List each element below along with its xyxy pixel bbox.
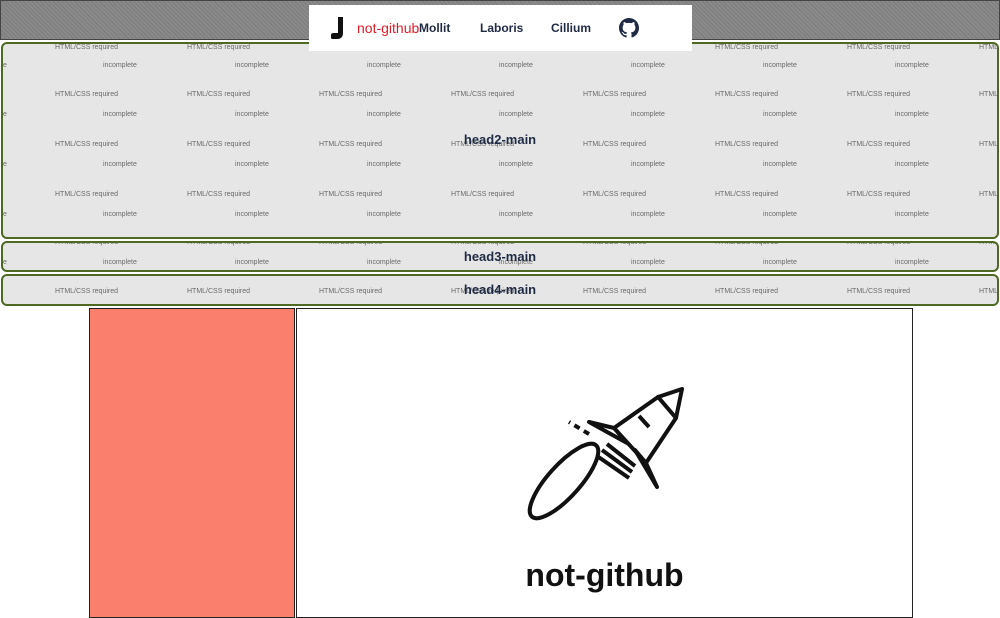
- brand-name: not-github: [357, 20, 420, 36]
- html-css-required-label: HTML/CSS required: [979, 241, 999, 246]
- incomplete-label: incomplete: [367, 161, 401, 168]
- incomplete-label: incomplete: [895, 62, 929, 69]
- incomplete-label: incomplete: [103, 62, 137, 69]
- partial-label: incomplete: [1, 62, 7, 69]
- nav-link-cillium[interactable]: Cillium: [551, 21, 591, 35]
- incomplete-label: incomplete: [367, 111, 401, 118]
- html-css-required-label: HTML/CSS required: [583, 191, 647, 198]
- navbar: not-github Mollit Laboris Cillium: [309, 5, 692, 51]
- html-css-required-label: HTML/CSS required: [979, 191, 999, 198]
- html-css-required-label: HTML/CSS required: [715, 241, 779, 246]
- html-css-required-label: HTML/CSS required: [55, 91, 119, 98]
- html-css-required-label: HTML/CSS required: [451, 91, 515, 98]
- incomplete-label: incomplete: [367, 211, 401, 218]
- html-css-required-label: HTML/CSS required: [847, 91, 911, 98]
- html-css-required-label: HTML/CSS required: [187, 91, 251, 98]
- incomplete-label: incomplete: [895, 211, 929, 218]
- html-css-required-label: HTML/CSS required: [319, 191, 383, 198]
- head3-section: HTML/CSS required HTML/CSS required HTML/C…: [1, 241, 999, 272]
- html-css-required-label: HTML/CSS required: [55, 191, 119, 198]
- incomplete-label: incomplete: [631, 211, 665, 218]
- side-panel: [89, 308, 295, 618]
- html-css-required-label: HTML/CSS required: [847, 241, 911, 246]
- incomplete-label: incomplete: [763, 211, 797, 218]
- incomplete-label: incomplete: [235, 211, 269, 218]
- html-css-required-label: HTML/CSS required: [979, 91, 999, 98]
- incomplete-label: incomplete: [631, 62, 665, 69]
- incomplete-label: incomplete: [631, 161, 665, 168]
- html-css-required-label: HTML/CSS required: [715, 44, 779, 51]
- hero-title: not-github: [525, 557, 684, 593]
- html-css-required-label: HTML/CSS required: [451, 191, 515, 198]
- html-css-required-label: HTML/CSS required: [583, 91, 647, 98]
- incomplete-label: incomplete: [235, 111, 269, 118]
- html-css-required-label: HTML/CSS required: [847, 44, 911, 51]
- incomplete-label: incomplete: [103, 161, 137, 168]
- incomplete-label: incomplete: [763, 161, 797, 168]
- incomplete-label: incomplete: [499, 211, 533, 218]
- github-icon[interactable]: [619, 18, 639, 38]
- incomplete-label: incomplete: [763, 111, 797, 118]
- incomplete-label: incomplete: [499, 161, 533, 168]
- html-css-required-label: HTML/CSS required: [319, 91, 383, 98]
- incomplete-label: incomplete: [631, 111, 665, 118]
- incomplete-label: incomplete: [499, 62, 533, 69]
- incomplete-label: incomplete: [499, 111, 533, 118]
- head3-title: head3-main: [463, 249, 537, 264]
- html-css-required-label: HTML/CSS required: [187, 44, 251, 51]
- html-css-required-label: HTML/CSS required: [847, 191, 911, 198]
- head4-section: HTML/CSS required HTML/CSS required HTML/C…: [1, 274, 999, 306]
- html-css-required-label: HTML/CSS required: [55, 44, 119, 51]
- incomplete-label: incomplete: [763, 62, 797, 69]
- boot-logo-icon: [331, 17, 343, 39]
- nav-link-laboris[interactable]: Laboris: [480, 21, 523, 35]
- rocket-icon: [527, 387, 684, 521]
- incomplete-label: incomplete: [367, 62, 401, 69]
- html-css-required-label: HTML/CSS required: [451, 241, 515, 246]
- incomplete-label: incomplete: [235, 62, 269, 69]
- incomplete-label: incomplete: [895, 111, 929, 118]
- incomplete-label: incomplete: [103, 211, 137, 218]
- html-css-required-label: HTML/CSS required: [187, 241, 251, 246]
- html-css-required-label: HTML/CSS required: [715, 91, 779, 98]
- hero-panel: not-github: [296, 308, 913, 618]
- html-css-required-label: HTML/CSS required: [187, 191, 251, 198]
- incomplete-label: incomplete: [235, 161, 269, 168]
- partial-label: incomplete: [1, 111, 7, 118]
- html-css-required-label: HTML/CSS required: [979, 44, 999, 51]
- partial-label: incomplete: [1, 161, 7, 168]
- head2-section: HTML/CSS required HTML/CSS required HTML/C…: [1, 42, 999, 239]
- nav-link-mollit[interactable]: Mollit: [419, 21, 450, 35]
- html-css-required-label: HTML/CSS required: [715, 191, 779, 198]
- head4-title: head4-main: [463, 282, 537, 297]
- brand-link[interactable]: not-github: [331, 17, 419, 39]
- head2-title: head2-main: [463, 132, 537, 147]
- html-css-required-label: HTML/CSS required: [583, 241, 647, 246]
- html-css-required-label: HTML/CSS required: [319, 241, 383, 246]
- partial-label: incomplete: [1, 211, 7, 218]
- html-css-required-label: HTML/CSS required: [55, 241, 119, 246]
- incomplete-label: incomplete: [895, 161, 929, 168]
- incomplete-label: incomplete: [103, 111, 137, 118]
